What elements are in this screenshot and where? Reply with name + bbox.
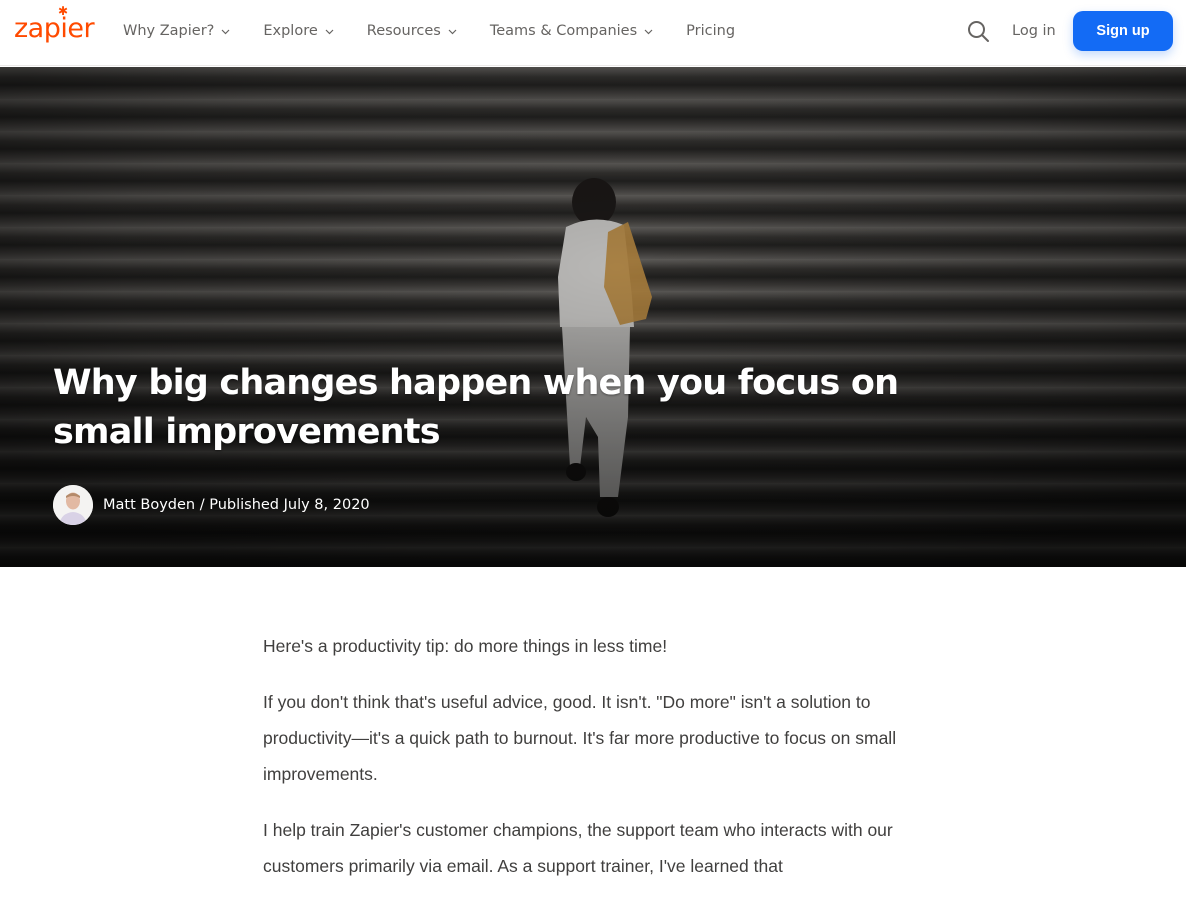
byline-text: Matt Boyden / Published July 8, 2020 xyxy=(103,497,370,513)
site-header: zapier ✱ Why Zapier? Explore Resources T… xyxy=(0,0,1186,66)
author-avatar[interactable] xyxy=(53,485,93,525)
nav-label: Why Zapier? xyxy=(123,23,215,39)
login-link[interactable]: Log in xyxy=(1012,19,1056,43)
article-paragraph: I help train Zapier's customer champions… xyxy=(263,820,893,876)
signup-button[interactable]: Sign up xyxy=(1073,11,1173,51)
byline-separator: / xyxy=(195,497,210,513)
hero-banner: Why big changes happen when you focus on… xyxy=(0,67,1186,567)
nav-label: Pricing xyxy=(686,23,736,39)
nav-resources[interactable]: Resources xyxy=(367,23,457,39)
chevron-down-icon xyxy=(221,27,230,36)
nav-pricing[interactable]: Pricing xyxy=(686,23,735,39)
byline: Matt Boyden / Published July 8, 2020 xyxy=(53,485,370,525)
main-nav: Why Zapier? Explore Resources Teams & Co… xyxy=(123,0,768,62)
zapier-logo[interactable]: zapier ✱ xyxy=(14,5,95,47)
article-paragraph: If you don't think that's useful advice,… xyxy=(263,692,897,784)
nav-explore[interactable]: Explore xyxy=(263,23,334,39)
article-paragraph: Here's a productivity tip: do more thing… xyxy=(263,636,668,656)
nav-label: Resources xyxy=(366,23,441,39)
logo-text: zapier xyxy=(14,13,95,44)
chevron-down-icon xyxy=(325,27,334,36)
search-icon xyxy=(968,21,989,42)
author-photo xyxy=(53,485,93,525)
nav-teams-companies[interactable]: Teams & Companies xyxy=(490,23,653,39)
publish-date: Published July 8, 2020 xyxy=(209,497,370,513)
chevron-down-icon xyxy=(448,27,457,36)
search-button[interactable] xyxy=(966,19,990,43)
nav-label: Teams & Companies xyxy=(489,23,638,39)
author-link[interactable]: Matt Boyden xyxy=(103,497,195,513)
nav-why-zapier[interactable]: Why Zapier? xyxy=(123,23,230,39)
nav-label: Explore xyxy=(263,23,318,39)
chevron-down-icon xyxy=(644,27,653,36)
article-body: Here's a productivity tip: do more thing… xyxy=(263,628,923,904)
article-title: Why big changes happen when you focus on… xyxy=(53,363,899,452)
logo-asterisk-icon: ✱ xyxy=(58,4,68,18)
